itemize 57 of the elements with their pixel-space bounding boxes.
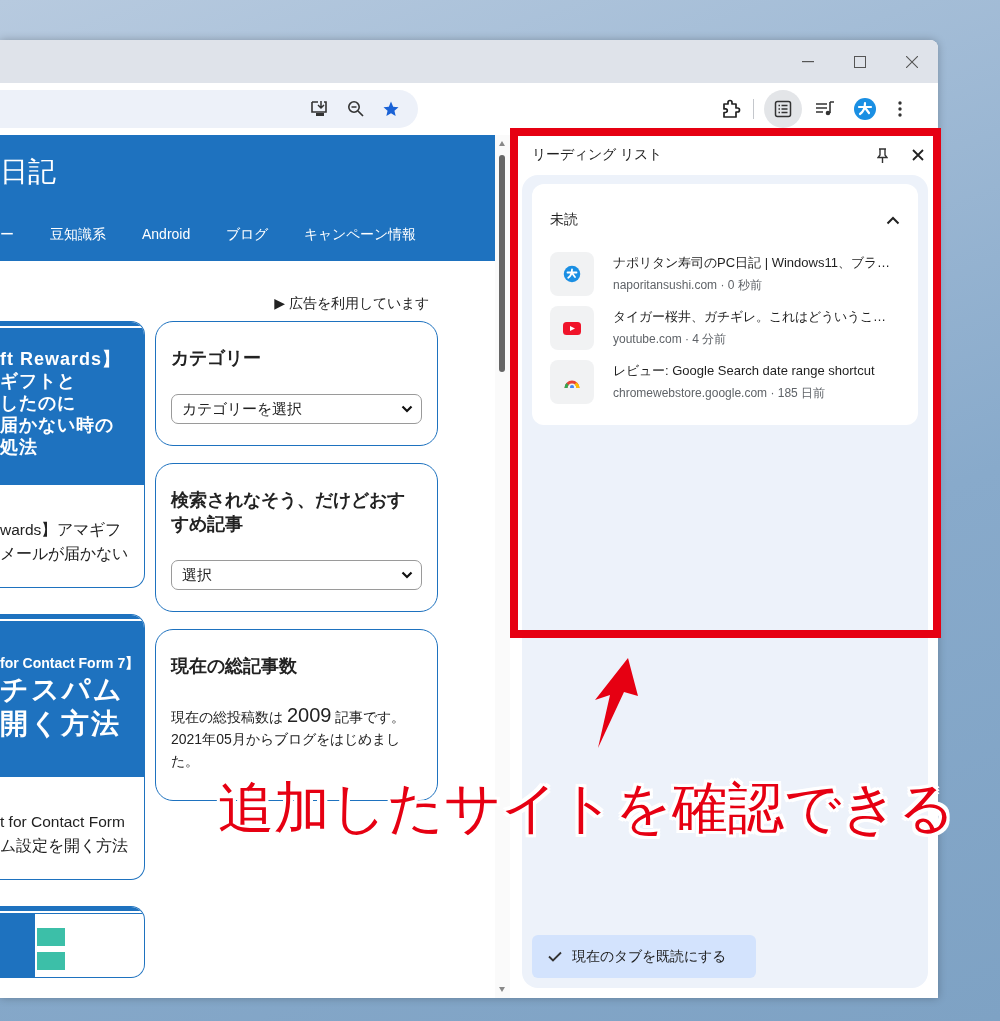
nav-link[interactable]: Android <box>142 226 191 244</box>
play-favicon-icon <box>563 321 581 335</box>
maximize-icon <box>854 55 866 68</box>
widget-text: 現在の総投稿数は 2009 記事です。2021年05月からブログをはじめました。 <box>171 704 407 771</box>
article-title[interactable]: ム設定を開く方法 <box>0 834 144 858</box>
pin-icon <box>876 147 888 163</box>
chevron-down-icon <box>401 571 413 579</box>
nav-link[interactable]: 豆知識系 <box>50 226 106 244</box>
widget-title: 検索されなそう、だけどおすすめ記事 <box>171 489 406 536</box>
list-icon <box>774 100 792 118</box>
section-title: 未読 <box>550 211 578 229</box>
article-title[interactable]: t for Contact Form <box>0 810 144 834</box>
extensions-icon[interactable] <box>721 99 741 119</box>
item-title[interactable]: ナポリタン寿司のPC日記 | Windows11、ブラ… <box>613 254 890 272</box>
item-title[interactable]: タイガー桜井、ガチギレ。これはどういうこ… <box>613 308 886 326</box>
dropdown[interactable]: 選択 <box>171 560 422 590</box>
widget-title: 現在の総記事数 <box>171 655 298 678</box>
article-card[interactable]: for Contact Form 7】 チスパム 開く方法 t for Contact Form ム設定を開く方法 <box>0 614 145 880</box>
reading-list-button[interactable] <box>764 90 802 128</box>
item-title[interactable]: レビュー: Google Search date range shortcut <box>613 362 875 380</box>
item-meta: chromewebstore.google.com · 185 日前 <box>613 385 827 402</box>
media-control-icon[interactable] <box>815 101 835 117</box>
thumbnail-text: for Contact Form 7】 <box>0 654 141 673</box>
profile-avatar-icon[interactable] <box>853 97 877 121</box>
collapse-button[interactable] <box>886 215 900 225</box>
star-icon[interactable] <box>382 100 400 118</box>
item-meta: naporitansushi.com · 0 秒前 <box>613 277 763 294</box>
nav-link[interactable]: ブログ <box>226 226 269 244</box>
nav-link[interactable]: キャンペーン情報 <box>304 226 417 244</box>
close-icon <box>912 149 924 161</box>
thumbnail-text: ft Rewards】 <box>0 348 123 370</box>
mark-as-read-button[interactable]: 現在のタブを既読にする <box>532 935 756 978</box>
panel-title: リーディング リスト <box>532 146 662 162</box>
minimize-icon <box>802 60 814 63</box>
article-title[interactable]: wards】アマギフ <box>0 518 144 542</box>
dropdown[interactable]: カテゴリーを選択 <box>171 394 422 424</box>
close-icon <box>906 55 918 68</box>
article-card[interactable]: ft Rewards】 ギフトと したのに 届かない時の 処法 wards】アマギフ メールが届かない <box>0 321 145 588</box>
item-meta: youtube.com · 4 分前 <box>613 331 728 348</box>
thumbnail-text: チスパム <box>0 673 125 707</box>
article-title[interactable]: メールが届かない <box>0 542 144 566</box>
zoom-out-icon[interactable] <box>347 100 365 118</box>
widget-title: カテゴリー <box>171 347 262 370</box>
nav-link[interactable]: ー <box>0 226 14 244</box>
site-favicon-icon <box>563 265 581 283</box>
site-title[interactable]: 日記 <box>0 158 56 186</box>
menu-icon[interactable] <box>898 101 902 117</box>
thumbnail-text: 開く方法 <box>0 707 122 741</box>
chevron-down-icon <box>401 405 413 413</box>
thumbnail-text: 届かない時の <box>0 414 115 436</box>
thumbnail-text: 処法 <box>0 436 39 458</box>
ad-notice[interactable]: ▶ 広告を利用しています <box>274 295 429 313</box>
thumbnail-text: ギフトと <box>0 370 77 392</box>
article-card[interactable] <box>0 906 145 978</box>
thumbnail-text: したのに <box>0 392 77 414</box>
check-icon <box>548 951 562 962</box>
install-icon[interactable] <box>310 100 330 118</box>
